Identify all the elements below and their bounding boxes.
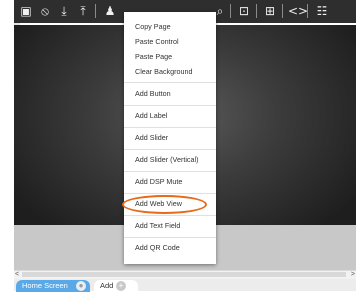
page-tabs: Home Screen ● Add + <box>14 279 356 292</box>
lock-icon[interactable]: ⊡ <box>236 3 252 19</box>
toolbar-separator <box>256 4 257 18</box>
upload-icon[interactable]: ⤒ <box>75 3 91 19</box>
add-icon[interactable]: + <box>116 281 126 291</box>
tab-close-icon[interactable]: ● <box>76 281 86 291</box>
toolbar-separator <box>230 4 231 18</box>
menu-divider <box>124 127 216 128</box>
menu-item-add-slider-vertical[interactable]: Add Slider (Vertical) <box>135 155 199 165</box>
sliders-icon[interactable]: ☷ <box>314 3 330 19</box>
scroll-right-icon[interactable]: > <box>351 270 355 279</box>
horizontal-scrollbar[interactable]: < > <box>14 270 356 279</box>
menu-item-add-button[interactable]: Add Button <box>135 89 171 99</box>
toolbar-separator <box>282 4 283 18</box>
code-icon[interactable]: <> <box>288 3 308 19</box>
menu-divider <box>124 193 216 194</box>
tab-home-screen[interactable]: Home Screen ● <box>16 280 90 292</box>
tab-label: Add <box>100 281 114 290</box>
grid-icon[interactable]: ⊞ <box>262 3 278 19</box>
menu-divider <box>124 171 216 172</box>
toolbar-separator <box>307 4 308 18</box>
scrollbar-thumb[interactable] <box>22 272 346 277</box>
menu-item-copy-page[interactable]: Copy Page <box>135 22 171 32</box>
menu-item-paste-control[interactable]: Paste Control <box>135 37 179 47</box>
download-icon[interactable]: ⤓ <box>56 3 72 19</box>
tab-label: Home Screen <box>22 281 68 290</box>
menu-divider <box>124 105 216 106</box>
clear-icon[interactable]: ⦸ <box>37 3 53 19</box>
highlight-annotation-ring <box>122 195 207 214</box>
scroll-left-icon[interactable]: < <box>15 270 19 279</box>
tab-add[interactable]: Add + <box>94 280 138 292</box>
menu-item-add-qr-code[interactable]: Add QR Code <box>135 243 180 253</box>
menu-item-clear-background[interactable]: Clear Background <box>135 67 193 77</box>
menu-item-add-label[interactable]: Add Label <box>135 111 167 121</box>
menu-divider <box>124 215 216 216</box>
menu-item-add-slider[interactable]: Add Slider <box>135 133 168 143</box>
person-icon[interactable]: ♟ <box>102 3 118 19</box>
menu-divider <box>124 82 216 83</box>
image-icon[interactable]: ▣ <box>18 3 34 19</box>
menu-item-add-dsp-mute[interactable]: Add DSP Mute <box>135 177 182 187</box>
menu-item-add-text-field[interactable]: Add Text Field <box>135 221 180 231</box>
menu-item-paste-page[interactable]: Paste Page <box>135 52 172 62</box>
menu-divider <box>124 237 216 238</box>
toolbar-separator <box>95 4 96 18</box>
context-menu: Copy Page Paste Control Paste Page Clear… <box>124 12 216 264</box>
menu-divider <box>124 149 216 150</box>
